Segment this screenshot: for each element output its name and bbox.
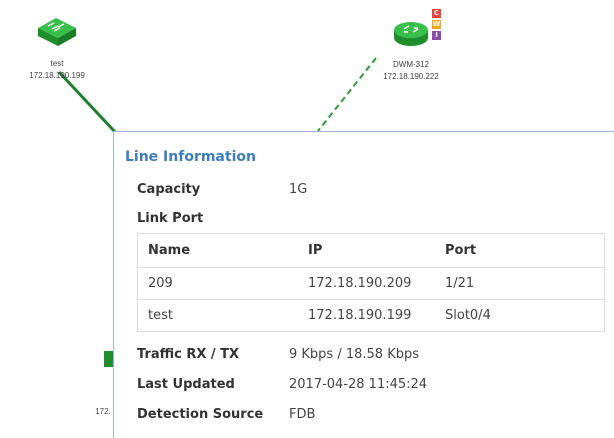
router-icon[interactable] [394, 22, 428, 46]
node-name-test: test [50, 59, 64, 68]
cell-ip: 172.18.190.209 [308, 267, 445, 300]
traffic-label: Traffic RX / TX [137, 347, 240, 362]
device-icon[interactable] [104, 351, 113, 367]
table-row: test 172.18.190.199 Slot0/4 [137, 299, 605, 332]
detection-source-label: Detection Source [137, 407, 264, 422]
critical-badge: C [432, 9, 441, 18]
cell-port: 1/21 [445, 267, 605, 300]
column-header-name: Name [137, 233, 308, 268]
line-information-panel: Line Information Capacity 1G Link Port N… [113, 131, 614, 438]
node-ip-test: 172.18.190.199 [29, 71, 85, 80]
link-port-table: Name IP Port 209 172.18.190.209 1/21 tes… [137, 233, 605, 332]
column-header-ip: IP [308, 233, 445, 268]
traffic-value: 9 Kbps / 18.58 Kbps [289, 347, 419, 362]
detection-source-value: FDB [289, 407, 316, 422]
table-header-row: Name IP Port [137, 233, 605, 268]
node-ip-dwm312: 172.18.190.222 [383, 72, 439, 81]
cell-port: Slot0/4 [445, 299, 605, 332]
cell-name: 209 [137, 267, 308, 300]
info-badge: I [432, 31, 441, 40]
link-dashed[interactable] [317, 57, 377, 132]
panel-title: Line Information [125, 149, 256, 165]
cell-name: test [137, 299, 308, 332]
column-header-port: Port [445, 233, 605, 268]
node-name-dwm312: DWM-312 [392, 60, 430, 69]
node-ip-partial: 172. [95, 407, 111, 416]
cell-ip: 172.18.190.199 [308, 299, 445, 332]
last-updated-value: 2017-04-28 11:45:24 [289, 377, 428, 392]
link-solid[interactable] [57, 70, 118, 135]
warning-badge: W [432, 20, 441, 29]
capacity-value: 1G [289, 182, 308, 197]
table-row: 209 172.18.190.209 1/21 [137, 267, 605, 300]
capacity-label: Capacity [137, 182, 201, 197]
last-updated-label: Last Updated [137, 377, 235, 392]
switch-icon[interactable] [38, 18, 76, 46]
link-port-label: Link Port [137, 211, 204, 226]
